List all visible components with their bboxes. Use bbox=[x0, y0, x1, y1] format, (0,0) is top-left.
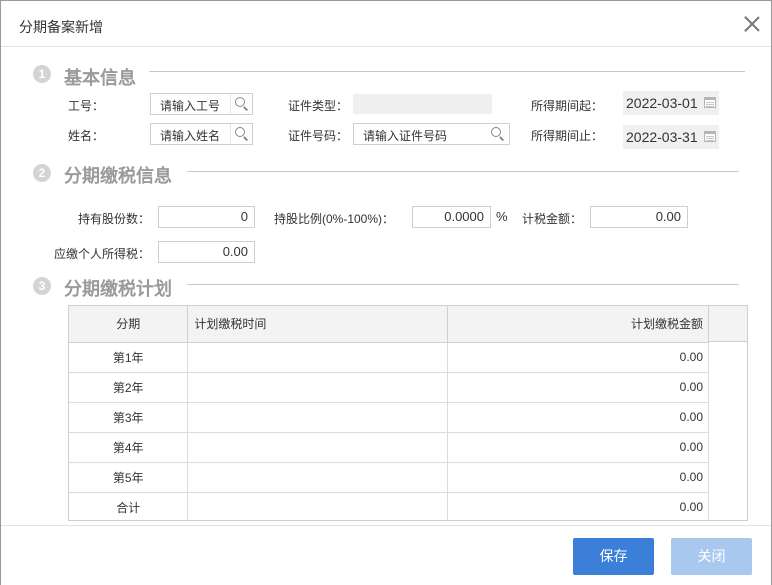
shares-input[interactable]: 0 bbox=[158, 206, 255, 228]
column-header-time[interactable]: 计划缴税时间 bbox=[187, 306, 449, 343]
id-type-label: 证件类型： bbox=[288, 99, 349, 113]
period-start-datepicker[interactable]: 2022-03-01 bbox=[623, 91, 719, 115]
search-icon bbox=[235, 97, 245, 107]
id-no-placeholder: 请输入证件号码 bbox=[363, 129, 448, 143]
period-end-datepicker[interactable]: 2022-03-31 bbox=[623, 125, 719, 149]
cell-period: 合计 bbox=[69, 492, 189, 520]
table-row[interactable]: 第3年 0.00 bbox=[69, 402, 709, 433]
cell-time bbox=[187, 492, 449, 520]
employee-no-field[interactable]: 请输入工号 bbox=[150, 93, 253, 115]
section-title-basic: 基本信息 bbox=[64, 68, 136, 88]
cell-time[interactable] bbox=[187, 462, 449, 493]
calendar-icon[interactable] bbox=[704, 131, 716, 142]
section-number-1: 1 bbox=[33, 65, 51, 83]
cell-period: 第1年 bbox=[69, 342, 189, 373]
section-number-3: 3 bbox=[33, 277, 51, 295]
dialog-titlebar: 分期备案新增 bbox=[1, 1, 771, 47]
id-no-label: 证件号码： bbox=[288, 129, 349, 143]
calendar-icon[interactable] bbox=[704, 97, 716, 108]
taxable-amount-label: 计税金额： bbox=[522, 212, 583, 226]
payable-tax-label: 应缴个人所得税： bbox=[54, 247, 151, 261]
cell-period: 第3年 bbox=[69, 402, 189, 433]
save-button[interactable]: 保存 bbox=[573, 538, 654, 575]
section-title-tax-info: 分期缴税信息 bbox=[64, 166, 172, 186]
cell-amount[interactable]: 0.00 bbox=[447, 342, 709, 373]
id-type-select[interactable] bbox=[353, 94, 492, 114]
cell-time[interactable] bbox=[187, 372, 449, 403]
taxable-amount-input[interactable]: 0.00 bbox=[590, 206, 688, 228]
installment-plan-grid: 分期 计划缴税时间 计划缴税金额 第1年 0.00 第2年 0.00 第3年 0… bbox=[68, 305, 748, 521]
name-search-button[interactable] bbox=[230, 124, 252, 144]
payable-tax-input[interactable]: 0.00 bbox=[158, 241, 255, 263]
name-label: 姓名： bbox=[68, 129, 105, 143]
installment-filing-dialog: 分期备案新增 1 基本信息 工号： 请输入工号 证件类型： 所得期间起： 202… bbox=[0, 0, 772, 585]
period-end-value: 2022-03-31 bbox=[626, 129, 698, 145]
period-start-value: 2022-03-01 bbox=[626, 95, 698, 111]
cell-period: 第2年 bbox=[69, 372, 189, 403]
search-icon bbox=[491, 127, 501, 137]
name-field[interactable]: 请输入姓名 bbox=[150, 123, 253, 145]
cell-amount[interactable]: 0.00 bbox=[447, 462, 709, 493]
cell-amount[interactable]: 0.00 bbox=[447, 402, 709, 433]
period-end-label: 所得期间止： bbox=[531, 129, 604, 143]
close-icon[interactable] bbox=[741, 13, 763, 35]
ratio-unit: % bbox=[496, 209, 508, 224]
plan-table: 分期 计划缴税时间 计划缴税金额 第1年 0.00 第2年 0.00 第3年 0… bbox=[69, 306, 709, 520]
cell-period: 第4年 bbox=[69, 432, 189, 463]
table-header-row: 分期 计划缴税时间 计划缴税金额 bbox=[69, 306, 709, 343]
close-button[interactable]: 关闭 bbox=[671, 538, 752, 575]
employee-search-button[interactable] bbox=[230, 94, 252, 114]
search-icon bbox=[235, 127, 245, 137]
dialog-title: 分期备案新增 bbox=[19, 19, 103, 35]
cell-time[interactable] bbox=[187, 432, 449, 463]
id-no-field[interactable]: 请输入证件号码 bbox=[353, 123, 510, 145]
employee-no-label: 工号： bbox=[68, 99, 105, 113]
section-divider bbox=[149, 71, 745, 72]
cell-period: 第5年 bbox=[69, 462, 189, 493]
table-row[interactable]: 第1年 0.00 bbox=[69, 342, 709, 373]
id-no-search-button[interactable] bbox=[487, 124, 509, 144]
cell-amount[interactable]: 0.00 bbox=[447, 372, 709, 403]
column-header-amount[interactable]: 计划缴税金额 bbox=[447, 306, 709, 343]
column-header-period[interactable]: 分期 bbox=[69, 306, 189, 343]
cell-time[interactable] bbox=[187, 402, 449, 433]
shares-label: 持有股份数： bbox=[78, 212, 151, 226]
cell-time[interactable] bbox=[187, 342, 449, 373]
grid-scroll-header bbox=[709, 306, 747, 342]
section-divider bbox=[187, 171, 739, 172]
section-title-plan: 分期缴税计划 bbox=[64, 279, 172, 299]
cell-amount[interactable]: 0.00 bbox=[447, 432, 709, 463]
section-number-2: 2 bbox=[33, 164, 51, 182]
cell-amount: 0.00 bbox=[447, 492, 709, 520]
table-row-total: 合计 0.00 bbox=[69, 492, 709, 520]
ratio-input[interactable]: 0.0000 bbox=[412, 206, 491, 228]
table-row[interactable]: 第2年 0.00 bbox=[69, 372, 709, 403]
table-row[interactable]: 第5年 0.00 bbox=[69, 462, 709, 493]
table-row[interactable]: 第4年 0.00 bbox=[69, 432, 709, 463]
dialog-footer: 保存 关闭 bbox=[1, 525, 771, 585]
section-divider bbox=[187, 284, 739, 285]
ratio-label: 持股比例(0%-100%)： bbox=[274, 212, 395, 226]
period-start-label: 所得期间起： bbox=[531, 99, 604, 113]
name-placeholder: 请输入姓名 bbox=[160, 129, 221, 143]
employee-no-placeholder: 请输入工号 bbox=[160, 99, 221, 113]
